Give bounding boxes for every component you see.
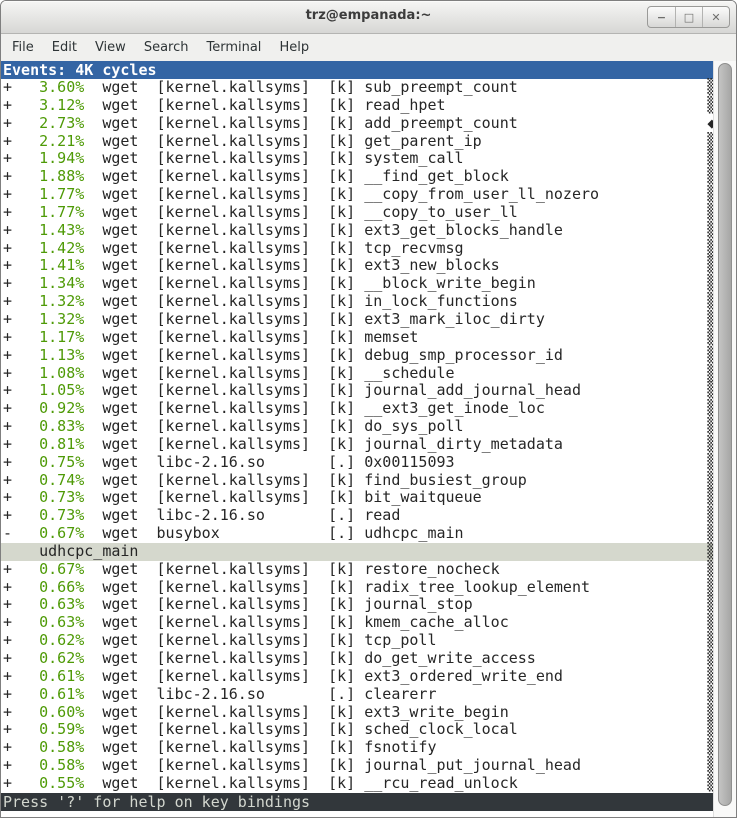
perf-row[interactable]: + 1.08% wget [kernel.kallsyms] [k] __sch… — [1, 365, 715, 383]
perf-row[interactable]: + 0.58% wget [kernel.kallsyms] [k] journ… — [1, 757, 715, 775]
perf-row[interactable]: + 2.21% wget [kernel.kallsyms] [k] get_p… — [1, 133, 715, 151]
perf-row[interactable]: + 1.43% wget [kernel.kallsyms] [k] ext3_… — [1, 222, 715, 240]
perf-row[interactable]: + 0.62% wget [kernel.kallsyms] [k] tcp_p… — [1, 632, 715, 650]
window-controls: − □ ✕ — [647, 6, 730, 28]
perf-row[interactable]: + 0.83% wget [kernel.kallsyms] [k] do_sy… — [1, 418, 715, 436]
perf-row[interactable]: + 0.60% wget [kernel.kallsyms] [k] ext3_… — [1, 704, 715, 722]
perf-expanded-row[interactable]: udhcpc_main ▒ — [1, 543, 715, 561]
menu-terminal[interactable]: Terminal — [197, 34, 270, 61]
perf-row[interactable]: - 0.67% wget busybox [.] udhcpc_main ▒ — [1, 525, 715, 543]
minimize-button[interactable]: − — [648, 7, 675, 27]
perf-row[interactable]: + 0.63% wget [kernel.kallsyms] [k] kmem_… — [1, 614, 715, 632]
perf-row[interactable]: + 0.66% wget [kernel.kallsyms] [k] radix… — [1, 579, 715, 597]
perf-row[interactable]: + 0.67% wget [kernel.kallsyms] [k] resto… — [1, 561, 715, 579]
menu-search[interactable]: Search — [135, 34, 198, 61]
perf-row[interactable]: + 0.62% wget [kernel.kallsyms] [k] do_ge… — [1, 650, 715, 668]
perf-row[interactable]: + 0.75% wget libc-2.16.so [.] 0x00115093… — [1, 454, 715, 472]
perf-row[interactable]: + 1.41% wget [kernel.kallsyms] [k] ext3_… — [1, 257, 715, 275]
title-bar[interactable]: trz@empanada:~ − □ ✕ — [1, 1, 736, 34]
terminal-rows: + 3.60% wget [kernel.kallsyms] [k] sub_p… — [1, 79, 715, 793]
perf-row[interactable]: + 3.60% wget [kernel.kallsyms] [k] sub_p… — [1, 79, 715, 97]
perf-row[interactable]: + 3.12% wget [kernel.kallsyms] [k] read_… — [1, 97, 715, 115]
scrollbar-thumb[interactable] — [718, 63, 732, 806]
perf-row[interactable]: + 0.59% wget [kernel.kallsyms] [k] sched… — [1, 721, 715, 739]
perf-row[interactable]: + 0.61% wget libc-2.16.so [.] clearerr ▒ — [1, 686, 715, 704]
perf-row[interactable]: + 1.42% wget [kernel.kallsyms] [k] tcp_r… — [1, 240, 715, 258]
menu-edit[interactable]: Edit — [43, 34, 86, 61]
perf-row[interactable]: + 1.13% wget [kernel.kallsyms] [k] debug… — [1, 347, 715, 365]
menu-bar: File Edit View Search Terminal Help — [1, 34, 736, 61]
perf-row[interactable]: + 1.77% wget [kernel.kallsyms] [k] __cop… — [1, 204, 715, 222]
window-title: trz@empanada:~ — [1, 8, 736, 23]
menu-file[interactable]: File — [3, 34, 43, 61]
perf-row[interactable]: + 1.17% wget [kernel.kallsyms] [k] memse… — [1, 329, 715, 347]
terminal-content[interactable]: Events: 4K cycles + 3.60% wget [kernel.k… — [1, 61, 715, 817]
perf-row[interactable]: + 1.77% wget [kernel.kallsyms] [k] __cop… — [1, 186, 715, 204]
perf-row[interactable]: + 1.94% wget [kernel.kallsyms] [k] syste… — [1, 150, 715, 168]
minimize-icon: − — [657, 11, 666, 24]
perf-row[interactable]: + 2.73% wget [kernel.kallsyms] [k] add_p… — [1, 115, 715, 133]
perf-row[interactable]: + 0.73% wget [kernel.kallsyms] [k] bit_w… — [1, 489, 715, 507]
perf-row[interactable]: + 1.05% wget [kernel.kallsyms] [k] journ… — [1, 382, 715, 400]
perf-row[interactable]: + 1.88% wget [kernel.kallsyms] [k] __fin… — [1, 168, 715, 186]
perf-row[interactable]: + 1.32% wget [kernel.kallsyms] [k] in_lo… — [1, 293, 715, 311]
terminal-window: trz@empanada:~ − □ ✕ File Edit View Sear… — [0, 0, 737, 818]
close-button[interactable]: ✕ — [702, 7, 729, 27]
perf-row[interactable]: + 0.73% wget libc-2.16.so [.] read ▒ — [1, 507, 715, 525]
perf-row[interactable]: + 1.32% wget [kernel.kallsyms] [k] ext3_… — [1, 311, 715, 329]
help-status-bar: Press '?' for help on key bindings — [1, 793, 715, 811]
perf-row[interactable]: + 0.81% wget [kernel.kallsyms] [k] journ… — [1, 436, 715, 454]
perf-row[interactable]: + 1.34% wget [kernel.kallsyms] [k] __blo… — [1, 275, 715, 293]
perf-row[interactable]: + 0.63% wget [kernel.kallsyms] [k] journ… — [1, 596, 715, 614]
menu-view[interactable]: View — [86, 34, 135, 61]
maximize-button[interactable]: □ — [675, 7, 702, 27]
perf-row[interactable]: + 0.61% wget [kernel.kallsyms] [k] ext3_… — [1, 668, 715, 686]
perf-events-header: Events: 4K cycles — [1, 61, 715, 79]
close-icon: ✕ — [711, 11, 720, 24]
perf-row[interactable]: + 0.92% wget [kernel.kallsyms] [k] __ext… — [1, 400, 715, 418]
perf-row[interactable]: + 0.55% wget [kernel.kallsyms] [k] __rcu… — [1, 775, 715, 793]
maximize-icon: □ — [684, 11, 694, 24]
perf-row[interactable]: + 0.58% wget [kernel.kallsyms] [k] fsnot… — [1, 739, 715, 757]
perf-row[interactable]: + 0.74% wget [kernel.kallsyms] [k] find_… — [1, 472, 715, 490]
menu-help[interactable]: Help — [270, 34, 318, 61]
scrollbar-track[interactable] — [713, 61, 736, 817]
